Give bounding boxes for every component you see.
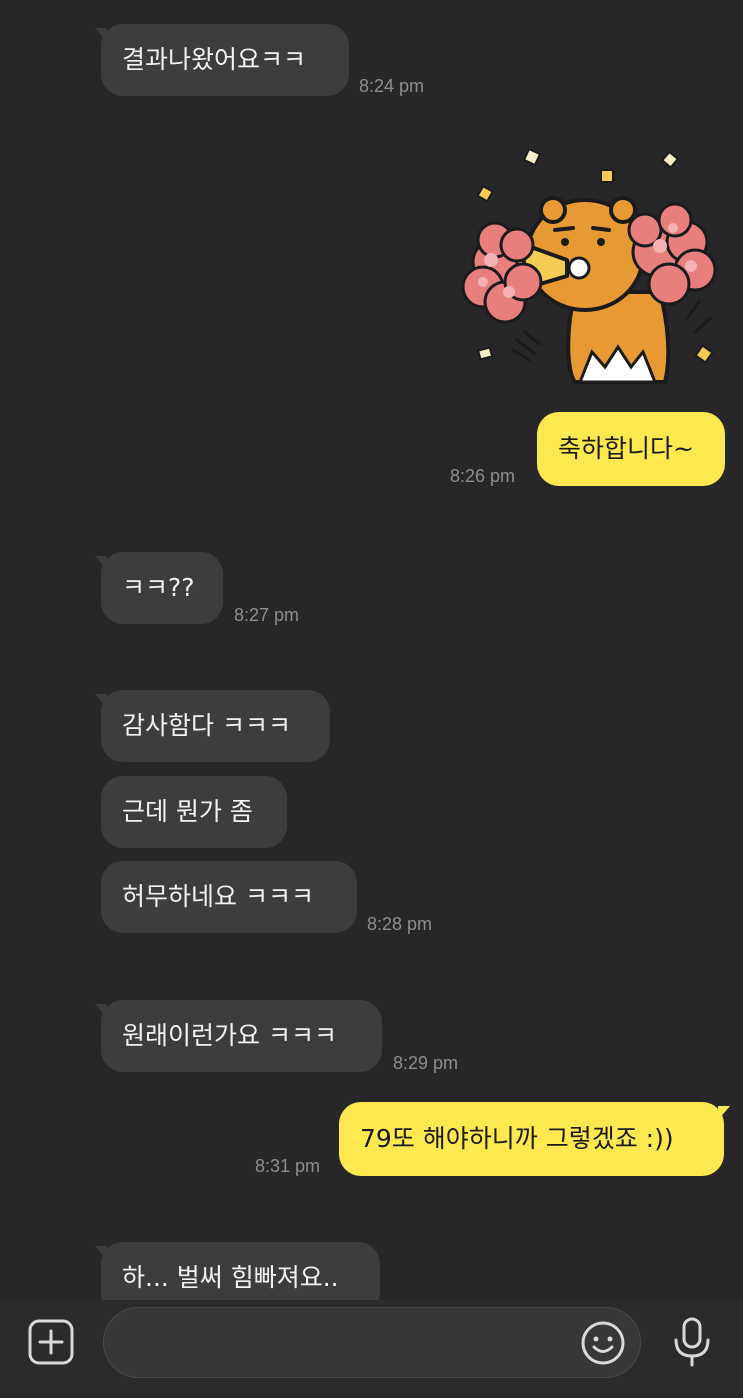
message-text: 79또 해야하니까 그렇겠죠 :)) bbox=[360, 1124, 674, 1153]
message-text: 근데 뭔가 좀 bbox=[122, 797, 253, 826]
chat-message-list[interactable]: 결과나왔어요ㅋㅋ 8:24 pm 축하합니다~ 8:26 pm ㅋㅋ?? 8:2… bbox=[0, 0, 743, 1300]
message-text: 감사함다 ㅋㅋㅋ bbox=[122, 711, 291, 740]
message-bubble-incoming[interactable]: 하... 벌써 힘빠져요.. bbox=[101, 1242, 380, 1300]
message-bubble-incoming[interactable]: 허무하네요 ㅋㅋㅋ bbox=[101, 861, 357, 933]
message-timestamp: 8:24 pm bbox=[359, 76, 425, 96]
emoji-smile-icon-svg bbox=[581, 1321, 625, 1365]
ryan-cheering-sticker-image bbox=[461, 147, 717, 384]
plus-square-icon-svg bbox=[28, 1319, 74, 1365]
message-timestamp: 8:28 pm bbox=[367, 914, 433, 934]
message-text: 허무하네요 ㅋㅋㅋ bbox=[122, 882, 314, 911]
message-timestamp: 8:27 pm bbox=[234, 605, 300, 625]
message-text: 축하합니다~ bbox=[558, 434, 694, 463]
message-text: 결과나왔어요ㅋㅋ bbox=[122, 45, 307, 74]
message-bubble-incoming[interactable]: 원래이런가요 ㅋㅋㅋ bbox=[101, 1000, 382, 1072]
plus-square-icon[interactable] bbox=[27, 1318, 77, 1368]
message-timestamp: 8:29 pm bbox=[393, 1053, 459, 1073]
message-text: 원래이런가요 ㅋㅋㅋ bbox=[122, 1021, 337, 1050]
ryan-cheering-sticker[interactable] bbox=[455, 142, 725, 387]
message-bubble-incoming[interactable]: 감사함다 ㅋㅋㅋ bbox=[101, 690, 330, 762]
message-bubble-incoming[interactable]: ㅋㅋ?? bbox=[101, 552, 223, 624]
emoji-smile-icon[interactable] bbox=[580, 1320, 626, 1366]
microphone-icon[interactable] bbox=[670, 1316, 714, 1368]
message-timestamp: 8:31 pm bbox=[255, 1156, 321, 1176]
message-bubble-incoming[interactable]: 결과나왔어요ㅋㅋ bbox=[101, 24, 349, 96]
message-input[interactable] bbox=[103, 1307, 641, 1378]
message-text: ㅋㅋ?? bbox=[122, 573, 195, 602]
microphone-icon-svg bbox=[674, 1317, 710, 1367]
message-text: 하... 벌써 힘빠져요.. bbox=[122, 1263, 339, 1292]
message-bubble-outgoing[interactable]: 79또 해야하니까 그렇겠죠 :)) bbox=[339, 1102, 724, 1176]
message-bubble-outgoing[interactable]: 축하합니다~ bbox=[537, 412, 725, 486]
message-bubble-incoming[interactable]: 근데 뭔가 좀 bbox=[101, 776, 287, 848]
message-timestamp: 8:26 pm bbox=[450, 466, 516, 486]
